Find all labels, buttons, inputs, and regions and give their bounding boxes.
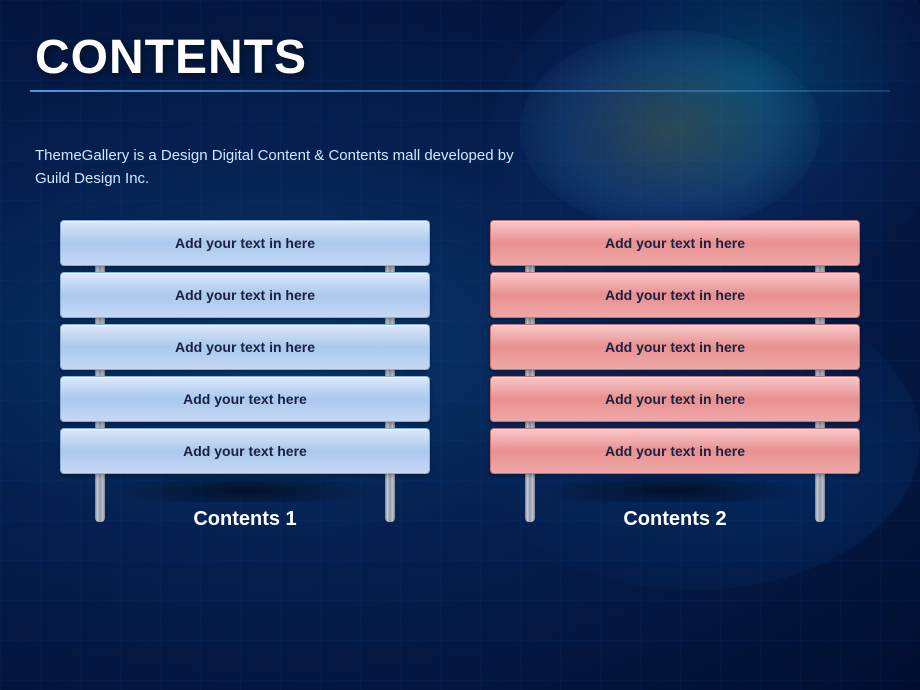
base-shadow-1 xyxy=(120,474,370,502)
list-item[interactable]: Add your text in here xyxy=(60,324,430,370)
background: CONTENTS ThemeGallery is a Design Digita… xyxy=(0,0,920,690)
list-item[interactable]: Add your text in here xyxy=(490,428,860,474)
content-area: CONTENTS ThemeGallery is a Design Digita… xyxy=(0,0,920,690)
title-divider xyxy=(30,90,890,92)
subtitle: ThemeGallery is a Design Digital Content… xyxy=(35,145,515,190)
column-2: Add your text in here Add your text in h… xyxy=(490,220,860,531)
list-item[interactable]: Add your text in here xyxy=(60,272,430,318)
list-item[interactable]: Add your text in here xyxy=(490,376,860,422)
column-1-items: Add your text in here Add your text in h… xyxy=(60,220,430,474)
list-item[interactable]: Add your text here xyxy=(60,428,430,474)
column-1-label: Contents 1 xyxy=(193,508,296,531)
list-item[interactable]: Add your text here xyxy=(60,376,430,422)
list-item[interactable]: Add your text in here xyxy=(490,220,860,266)
columns-wrapper: Add your text in here Add your text in h… xyxy=(35,220,885,531)
column-2-label: Contents 2 xyxy=(623,508,726,531)
list-item[interactable]: Add your text in here xyxy=(60,220,430,266)
column-2-inner: Add your text in here Add your text in h… xyxy=(490,220,860,502)
list-item[interactable]: Add your text in here xyxy=(490,324,860,370)
column-1-inner: Add your text in here Add your text in h… xyxy=(60,220,430,502)
page-title: CONTENTS xyxy=(35,30,885,85)
list-item[interactable]: Add your text in here xyxy=(490,272,860,318)
column-2-items: Add your text in here Add your text in h… xyxy=(490,220,860,474)
column-1: Add your text in here Add your text in h… xyxy=(60,220,430,531)
base-shadow-2 xyxy=(550,474,800,502)
